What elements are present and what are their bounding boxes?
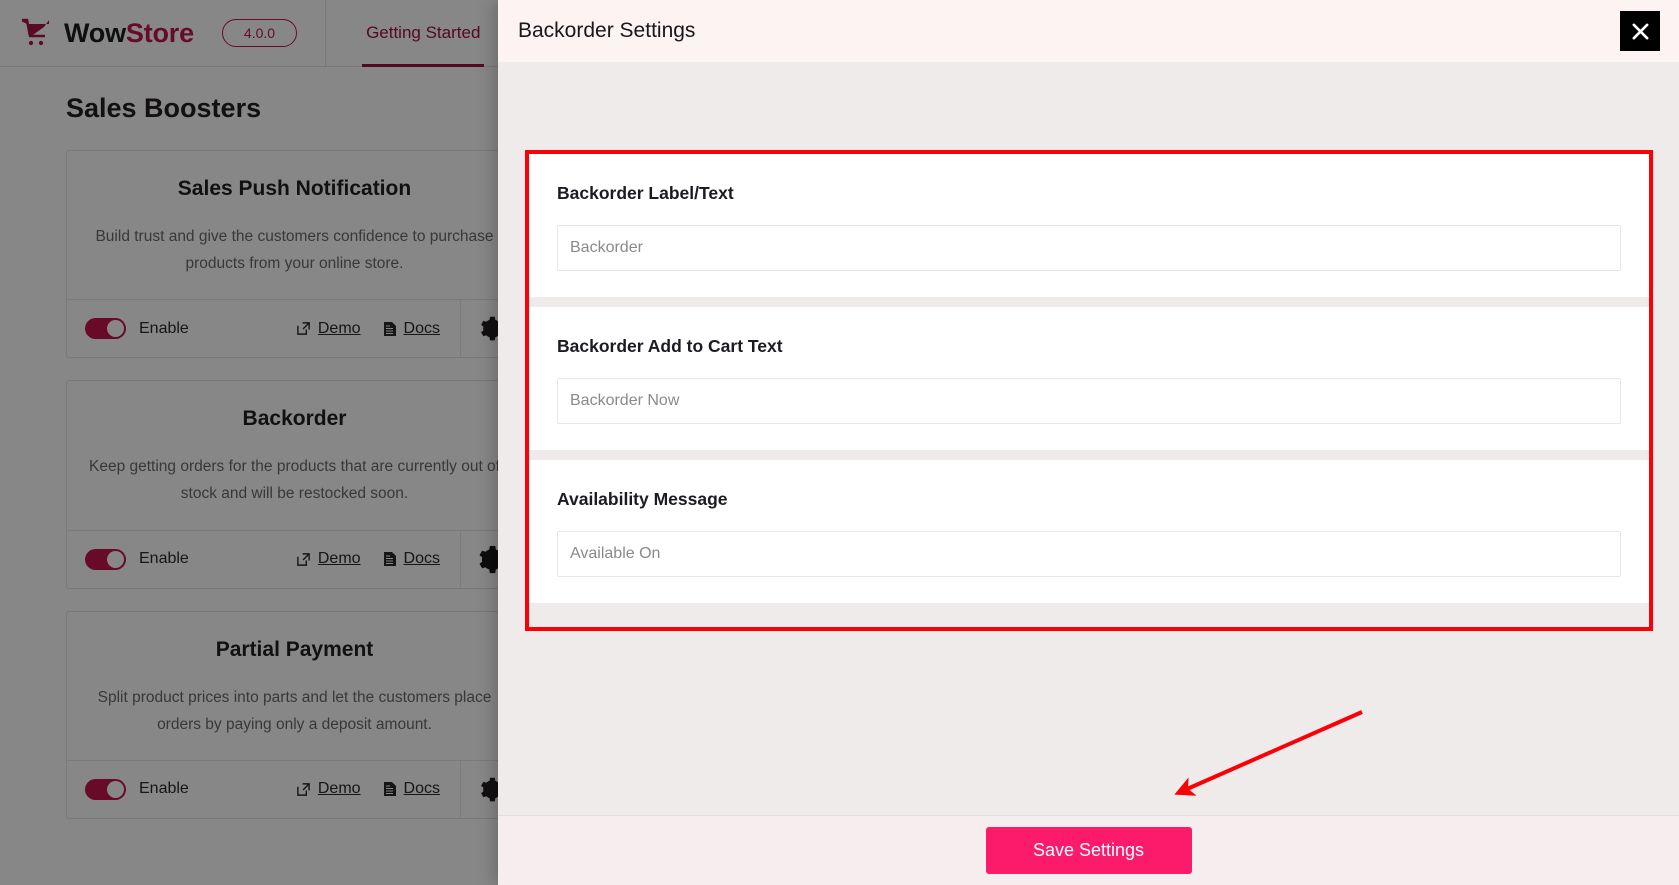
field-label: Availability Message <box>557 489 728 509</box>
backorder-add-to-cart-input[interactable] <box>557 378 1621 424</box>
field-availability-message: Availability Message <box>529 460 1649 603</box>
field-label: Backorder Label/Text <box>557 183 734 203</box>
modal-title: Backorder Settings <box>518 19 696 42</box>
field-backorder-add-to-cart-text: Backorder Add to Cart Text <box>529 307 1649 450</box>
modal-header: Backorder Settings <box>498 0 1679 62</box>
field-label: Backorder Add to Cart Text <box>557 336 783 356</box>
close-icon <box>1631 22 1650 41</box>
modal-footer: Save Settings <box>498 815 1679 885</box>
settings-fields: Backorder Label/Text Backorder Add to Ca… <box>529 154 1649 603</box>
backorder-label-input[interactable] <box>557 225 1621 271</box>
screen-root: WowStore 4.0.0 Getting Started Sales Boo… <box>0 0 1679 885</box>
close-button[interactable] <box>1620 11 1660 51</box>
backorder-settings-modal: Backorder Settings Backorder Label/Text … <box>498 0 1679 885</box>
field-backorder-label-text: Backorder Label/Text <box>529 154 1649 297</box>
save-settings-button[interactable]: Save Settings <box>985 827 1192 874</box>
availability-message-input[interactable] <box>557 531 1621 577</box>
modal-body: Backorder Label/Text Backorder Add to Ca… <box>498 62 1679 885</box>
